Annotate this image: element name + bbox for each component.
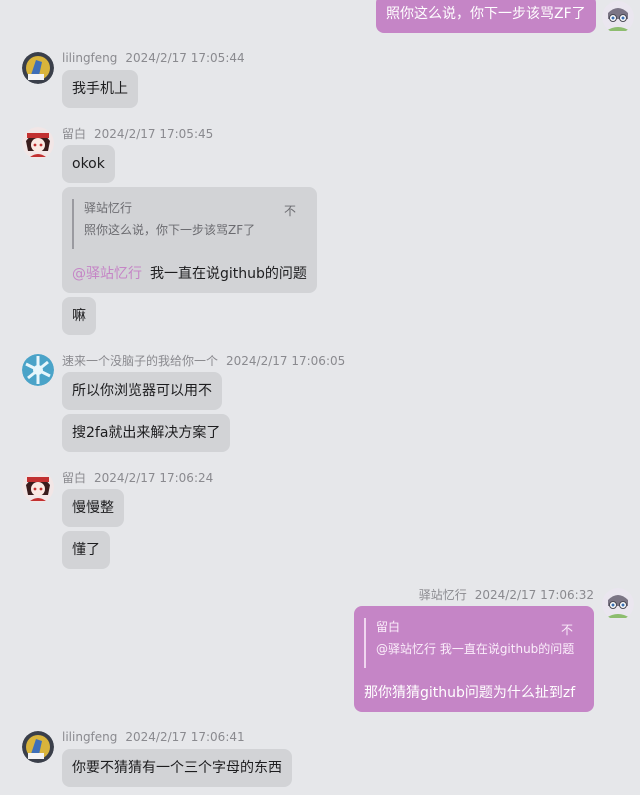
- avatar-lilingfeng[interactable]: [22, 52, 54, 84]
- message-meta: 速来一个没脑子的我给你一个 2024/2/17 17:06:05: [62, 352, 345, 369]
- quote-close-icon[interactable]: 不: [561, 621, 573, 638]
- timestamp: 2024/2/17 17:06:41: [125, 730, 245, 744]
- timestamp: 2024/2/17 17:06:24: [94, 471, 214, 485]
- timestamp: 2024/2/17 17:06:32: [474, 588, 594, 602]
- message-bubble[interactable]: 慢慢整: [62, 489, 124, 527]
- message-bubble[interactable]: 我手机上: [62, 70, 138, 108]
- avatar-self[interactable]: [602, 1, 634, 33]
- message-bubble[interactable]: okok: [62, 145, 115, 183]
- sender-name[interactable]: 留白: [62, 127, 86, 141]
- reply-text: 那你猜猜github问题为什么扯到zf: [364, 685, 576, 701]
- timestamp: 2024/2/17 17:06:05: [226, 354, 346, 368]
- chat-message-list[interactable]: 照你这么说，你下一步该骂ZF了 lilingfeng 2024/2/17 17:0…: [0, 0, 640, 795]
- avatar-liubai[interactable]: [22, 471, 54, 503]
- message-bubble[interactable]: 所以你浏览器可以用不: [62, 372, 222, 410]
- reply-message-bubble-self[interactable]: 留白 @驿站忆行 我一直在说github的问题 不 那你猜猜github问题为什…: [354, 606, 594, 712]
- quoted-text: 照你这么说，你下一步该骂ZF了: [84, 223, 256, 237]
- quote-close-icon[interactable]: 不: [284, 202, 296, 219]
- quoted-message[interactable]: 驿站忆行 照你这么说，你下一步该骂ZF了: [72, 199, 255, 249]
- avatar-lilingfeng[interactable]: [22, 731, 54, 763]
- avatar-liubai[interactable]: [22, 127, 54, 159]
- timestamp: 2024/2/17 17:05:44: [125, 51, 245, 65]
- quoted-sender: 留白: [376, 620, 401, 634]
- message-bubble[interactable]: 你要不猜猜有一个三个字母的东西: [62, 749, 292, 787]
- sender-name[interactable]: 速来一个没脑子的我给你一个: [62, 354, 218, 368]
- message-meta: lilingfeng 2024/2/17 17:05:44: [62, 51, 245, 65]
- timestamp: 2024/2/17 17:05:45: [94, 127, 214, 141]
- message-bubble[interactable]: 懂了: [62, 531, 110, 569]
- avatar-self[interactable]: [602, 588, 634, 620]
- reply-message-bubble[interactable]: 驿站忆行 照你这么说，你下一步该骂ZF了 不 @驿站忆行 我一直在说github的…: [62, 187, 317, 293]
- reply-text: @驿站忆行 我一直在说github的问题: [72, 263, 307, 283]
- sender-name[interactable]: lilingfeng: [62, 51, 117, 65]
- message-bubble[interactable]: 嘛: [62, 297, 96, 335]
- avatar-user3[interactable]: [22, 354, 54, 386]
- quoted-sender: 驿站忆行: [84, 201, 133, 215]
- quoted-message[interactable]: 留白 @驿站忆行 我一直在说github的问题: [364, 618, 574, 668]
- message-meta: 驿站忆行 2024/2/17 17:06:32: [419, 586, 594, 603]
- sender-name[interactable]: lilingfeng: [62, 730, 117, 744]
- sender-name[interactable]: 驿站忆行: [419, 588, 467, 602]
- reply-body: 我一直在说github的问题: [150, 266, 307, 282]
- sender-name[interactable]: 留白: [62, 471, 86, 485]
- mention-link[interactable]: @驿站忆行: [72, 266, 142, 282]
- message-meta: lilingfeng 2024/2/17 17:06:41: [62, 730, 245, 744]
- message-bubble[interactable]: 搜2fa就出来解决方案了: [62, 414, 231, 452]
- message-meta: 留白 2024/2/17 17:06:24: [62, 469, 213, 486]
- message-meta: 留白 2024/2/17 17:05:45: [62, 125, 213, 142]
- quoted-text: @驿站忆行 我一直在说github的问题: [376, 642, 575, 656]
- message-bubble-self[interactable]: 照你这么说，你下一步该骂ZF了: [376, 0, 596, 33]
